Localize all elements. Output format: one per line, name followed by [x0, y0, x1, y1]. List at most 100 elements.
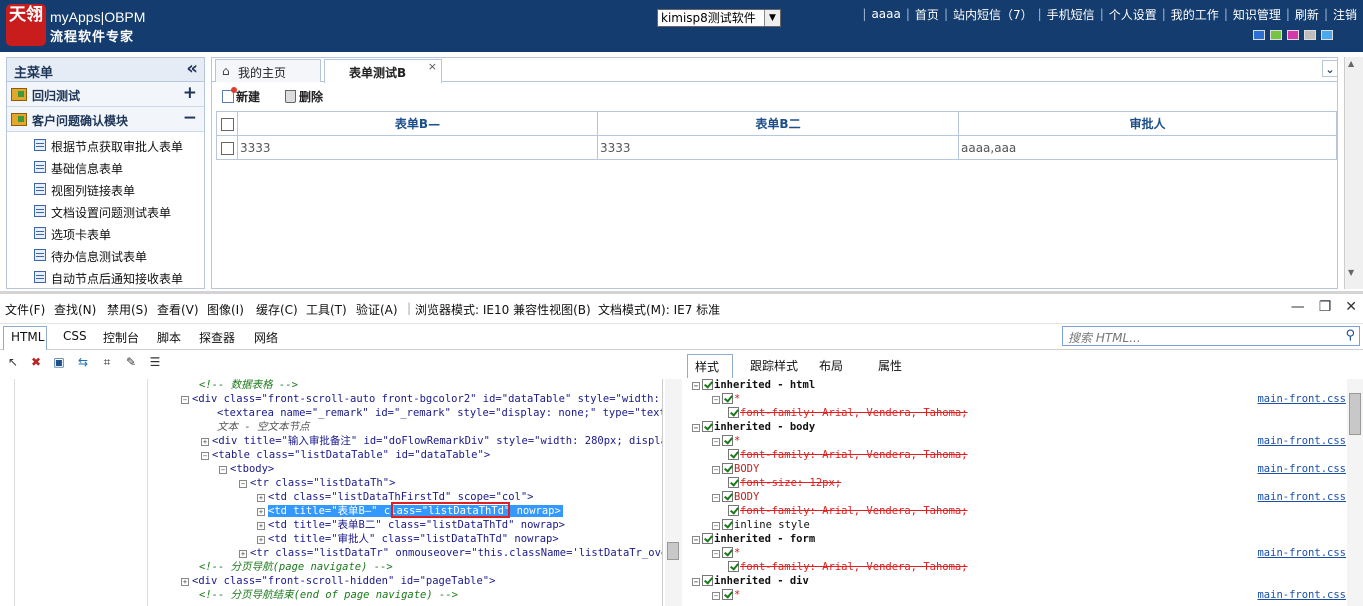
nav-logout[interactable]: 注销 — [1333, 6, 1357, 23]
rule-checkbox[interactable] — [702, 533, 713, 544]
declaration-checkbox[interactable] — [728, 505, 739, 516]
tab-home[interactable]: ⌂ 我的主页 — [215, 59, 321, 82]
sidebar-group-regression[interactable]: 回归测试 + — [7, 82, 204, 107]
style-pane-scrollbar[interactable] — [1347, 379, 1363, 606]
skin-blue-button[interactable] — [1253, 30, 1265, 40]
dom-node[interactable]: + <div class="front-scroll-hidden" id="pa… — [181, 574, 495, 588]
rule-checkbox[interactable] — [702, 379, 713, 390]
collapse-icon[interactable]: − — [692, 382, 700, 390]
style-rule[interactable]: − * main-front.css — [712, 546, 1346, 560]
rule-checkbox[interactable] — [722, 463, 733, 474]
close-icon[interactable]: × — [428, 60, 437, 73]
sidebar-item[interactable]: 选项卡表单 — [7, 222, 204, 244]
menu-images[interactable]: 图像(I) — [207, 301, 244, 318]
tab-script[interactable]: 脚本 — [157, 329, 181, 346]
style-rule[interactable]: − * main-front.css — [712, 392, 1346, 406]
table-row[interactable]: 3333 3333 aaaa,aaa — [216, 135, 1337, 160]
rule-checkbox[interactable] — [722, 435, 733, 446]
expand-icon[interactable]: + — [257, 522, 265, 530]
sidebar-item[interactable]: 待办信息测试表单 — [7, 244, 204, 266]
collapse-icon[interactable]: − — [692, 536, 700, 544]
collapse-icon[interactable]: − — [712, 494, 720, 502]
collapse-icon[interactable]: − — [239, 480, 247, 488]
style-group[interactable]: − inherited - body — [692, 420, 1292, 434]
declaration-checkbox[interactable] — [728, 449, 739, 460]
collapse-icon[interactable]: − — [692, 424, 700, 432]
dom-node[interactable]: <!-- 分页导航(page navigate) --> — [199, 560, 393, 574]
stylesheet-link[interactable]: main-front.css — [1257, 392, 1346, 406]
style-rule[interactable]: − * main-front.css — [712, 588, 1346, 602]
declaration-checkbox[interactable] — [728, 477, 739, 488]
style-declaration[interactable]: font-size: 12px; — [728, 476, 841, 490]
style-group[interactable]: − inherited - form — [692, 532, 815, 546]
stylesheet-link[interactable]: main-front.css — [1257, 462, 1346, 476]
rule-checkbox[interactable] — [722, 547, 733, 558]
collapse-sidebar-icon[interactable]: « — [186, 58, 198, 79]
tab-attributes[interactable]: 属性 — [878, 357, 902, 374]
dom-node[interactable]: <textarea name="_remark" id="_remark" st… — [217, 406, 662, 420]
nav-knowledge[interactable]: 知识管理 — [1233, 6, 1281, 23]
collapse-icon[interactable]: − — [712, 550, 720, 558]
dom-tree-scrollbar[interactable] — [665, 379, 682, 606]
tab-html[interactable]: HTML — [3, 326, 47, 350]
declaration-checkbox[interactable] — [728, 407, 739, 418]
rule-checkbox[interactable] — [722, 491, 733, 502]
sidebar-item[interactable]: 自动节点后通知接收表单 — [7, 266, 204, 288]
nav-settings[interactable]: 个人设置 — [1109, 6, 1157, 23]
nav-user[interactable]: aaaa — [871, 7, 900, 21]
scrollbar-thumb[interactable] — [1349, 393, 1361, 435]
dom-node[interactable]: − <tr class="listDataTh"> — [239, 476, 395, 490]
expand-icon[interactable]: + — [201, 438, 209, 446]
stylesheet-link[interactable]: main-front.css — [1257, 490, 1346, 504]
rule-checkbox[interactable] — [722, 589, 733, 600]
expand-icon[interactable]: + — [239, 550, 247, 558]
word-wrap-icon[interactable]: ⌗ — [100, 355, 114, 369]
style-declaration[interactable]: font-family: Arial, Vendera, Tahoma; — [728, 504, 968, 518]
tab-form-test-b[interactable]: 表单测试B × — [324, 59, 442, 83]
nav-my-work[interactable]: 我的工作 — [1171, 6, 1219, 23]
collapse-icon[interactable]: − — [181, 396, 189, 404]
refresh-icon[interactable]: ⇆ — [76, 355, 90, 369]
dom-node[interactable]: + <td title="审批人" class="listDataThTd" no… — [257, 532, 559, 546]
tab-layout[interactable]: 布局 — [819, 357, 843, 374]
column-header[interactable]: 表单B— — [237, 111, 598, 136]
dom-node[interactable]: + <td title="表单B二" class="listDataThTd" n… — [257, 518, 565, 532]
menu-tools[interactable]: 工具(T) — [306, 301, 347, 318]
skin-lightblue-button[interactable] — [1321, 30, 1333, 40]
attribute-icon[interactable]: ☰ — [148, 355, 162, 369]
collapse-icon[interactable]: − — [712, 592, 720, 600]
nav-messages[interactable]: 站内短信（7） — [953, 6, 1033, 23]
collapse-icon[interactable]: − — [712, 466, 720, 474]
dom-node[interactable]: 文本 - 空文本节点 — [217, 420, 309, 434]
style-group[interactable]: − inherited - html — [692, 379, 1292, 392]
expand-icon[interactable]: + — [257, 508, 265, 516]
collapse-icon[interactable]: − — [183, 108, 197, 128]
stylesheet-link[interactable]: main-front.css — [1257, 434, 1346, 448]
dom-node[interactable]: − <table class="listDataTable" id="dataTa… — [201, 448, 490, 462]
style-declaration[interactable]: font-family: Arial, Vendera, Tahoma; — [728, 560, 968, 574]
sidebar-item[interactable]: 文档设置问题测试表单 — [7, 200, 204, 222]
scroll-down-icon[interactable]: ▼ — [1348, 268, 1354, 277]
style-declaration[interactable]: font-family: Arial, Vendera, Tahoma; — [728, 448, 968, 462]
skin-green-button[interactable] — [1270, 30, 1282, 40]
page-scrollbar[interactable]: ▲ ▼ — [1344, 57, 1363, 289]
select-element-icon[interactable]: ↖ — [6, 355, 20, 369]
dom-node[interactable]: − <tbody> — [219, 462, 274, 476]
skin-gray-button[interactable] — [1304, 30, 1316, 40]
rule-checkbox[interactable] — [722, 519, 733, 530]
scrollbar-thumb[interactable] — [667, 542, 679, 560]
row-checkbox[interactable] — [221, 141, 234, 155]
column-header[interactable]: 审批人 — [958, 111, 1337, 136]
expand-icon[interactable]: + — [257, 536, 265, 544]
rule-checkbox[interactable] — [702, 421, 713, 432]
menu-validate[interactable]: 验证(A) — [356, 301, 398, 318]
tab-profiler[interactable]: 探查器 — [199, 329, 235, 346]
clear-icon[interactable]: ✖ — [29, 355, 43, 369]
select-all-checkbox[interactable] — [220, 117, 234, 131]
style-rule[interactable]: − inline style — [712, 518, 810, 532]
minimize-icon[interactable]: — — [1291, 299, 1305, 315]
search-html-input[interactable]: 搜索 HTML... ⚲ — [1062, 326, 1360, 346]
rule-checkbox[interactable] — [722, 393, 733, 404]
new-button[interactable]: 新建 — [222, 87, 260, 105]
expand-icon[interactable]: + — [181, 578, 189, 586]
